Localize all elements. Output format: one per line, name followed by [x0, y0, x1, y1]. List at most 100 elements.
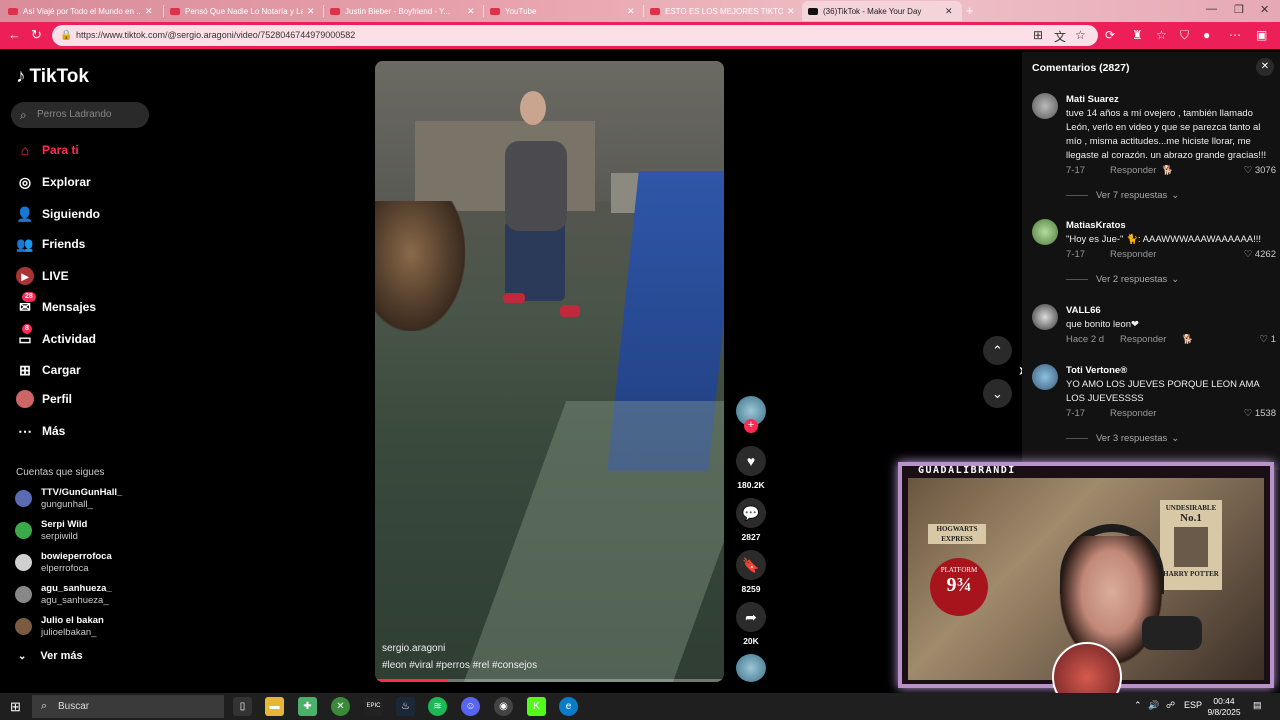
comment-username[interactable]: VALL66: [1066, 305, 1101, 316]
shield-icon[interactable]: ⛉: [1180, 28, 1189, 43]
browser-tab[interactable]: YouTube ✕: [484, 1, 641, 21]
browser-tab[interactable]: ESTO ES LOS MEJORES TIKTOKS ...✕: [644, 1, 801, 21]
network-icon[interactable]: ☍: [1166, 700, 1175, 711]
like-button[interactable]: ♥ 180.2K: [735, 446, 767, 490]
comment-like-button[interactable]: ♡ 1538: [1244, 408, 1276, 419]
task-view-icon[interactable]: ▯: [233, 697, 252, 716]
taskbar-search[interactable]: ⌕ Buscar: [32, 695, 224, 718]
save-button[interactable]: 🔖 8259: [735, 550, 767, 594]
edge-icon[interactable]: e: [559, 697, 578, 716]
video-player[interactable]: sergio.aragoni #leon #viral #perros #rel…: [375, 61, 724, 682]
obs-icon[interactable]: ◉: [494, 697, 513, 716]
platform-sign: PLATFORM 9¾: [930, 558, 988, 616]
close-tab-icon[interactable]: ✕: [145, 6, 153, 17]
comment-button[interactable]: 💬 2827: [735, 498, 767, 542]
view-replies-button[interactable]: Ver 2 respuestas ⌄: [1066, 274, 1179, 285]
comment-username[interactable]: Toti Vertone®: [1066, 365, 1127, 376]
comment-username[interactable]: MatiasKratos: [1066, 220, 1126, 231]
nav-item-mas[interactable]: ⋯ Más: [16, 420, 65, 442]
epic-games-icon[interactable]: EPIC: [364, 697, 383, 716]
nav-item-mensajes[interactable]: ✉ 28 Mensajes: [16, 292, 96, 318]
comment-like-button[interactable]: ♡ 1: [1260, 334, 1276, 345]
maximize-icon[interactable]: ❐: [1234, 3, 1244, 16]
search-input[interactable]: ⌕ Perros Ladrando: [11, 102, 149, 128]
close-tab-icon[interactable]: ✕: [627, 6, 635, 17]
notifications-icon[interactable]: ▤: [1253, 700, 1262, 711]
nav-item-friends[interactable]: 👥 Friends: [16, 233, 85, 255]
minimize-icon[interactable]: —: [1206, 3, 1217, 15]
menu-dots-icon[interactable]: ⋯: [1229, 28, 1241, 42]
back-icon[interactable]: ←: [8, 27, 21, 42]
nav-item-actividad[interactable]: ▭ 8 Actividad: [16, 324, 96, 350]
reply-button[interactable]: Responder: [1120, 334, 1182, 345]
tiktok-logo[interactable]: ♪ TikTok: [16, 66, 89, 88]
follow-plus-icon[interactable]: +: [744, 419, 758, 433]
nav-item-siguiendo[interactable]: 👤 Siguiendo: [16, 203, 100, 225]
new-tab-button[interactable]: +: [966, 3, 974, 18]
nav-item-live[interactable]: ▸ LIVE: [16, 265, 69, 287]
extension-icon[interactable]: ⟳: [1105, 28, 1115, 42]
see-more-button[interactable]: ⌄ Ver más: [18, 650, 83, 662]
reload-icon[interactable]: ↻: [31, 27, 42, 43]
video-author[interactable]: sergio.aragoni: [382, 643, 445, 654]
avatar[interactable]: [1032, 93, 1058, 119]
browser-tab[interactable]: Pensó Que Nadie Lo Notaría y La... ✕: [164, 1, 321, 21]
close-window-icon[interactable]: ✕: [1260, 3, 1269, 16]
favorite-icon[interactable]: ☆: [1075, 28, 1086, 42]
profile-avatar-icon[interactable]: ●: [1203, 28, 1210, 42]
reply-button[interactable]: Responder: [1110, 408, 1162, 419]
nav-item-perfil[interactable]: Perfil: [16, 388, 72, 410]
apps-icon[interactable]: ⊞: [1033, 28, 1043, 42]
translate-icon[interactable]: 文: [1054, 28, 1066, 45]
close-tab-icon[interactable]: ✕: [307, 6, 315, 17]
reply-button[interactable]: Responder: [1110, 249, 1162, 260]
next-video-button[interactable]: ⌄: [983, 379, 1012, 408]
browser-tab[interactable]: Así Viajé por Todo el Mundo en ... ✕: [2, 1, 159, 21]
comment-username[interactable]: Mati Suarez: [1066, 94, 1119, 105]
app-icon[interactable]: ✚: [298, 697, 317, 716]
view-replies-button[interactable]: Ver 3 respuestas ⌄: [1066, 433, 1179, 444]
tray-expand-icon[interactable]: ⌃: [1134, 700, 1142, 711]
view-replies-button[interactable]: Ver 7 respuestas ⌄: [1066, 190, 1179, 201]
avatar[interactable]: [1032, 219, 1058, 245]
sidebar-toggle-icon[interactable]: ▣: [1256, 28, 1267, 42]
followed-account[interactable]: Serpi Wild serpiwild: [15, 518, 155, 544]
browser-tab-active[interactable]: (36)TikTok - Make Your Day ✕: [802, 1, 962, 21]
notification-badge: 8: [22, 324, 32, 334]
video-progress-bar[interactable]: [375, 679, 724, 682]
comment-like-button[interactable]: ♡ 3076: [1244, 165, 1276, 176]
favorites-bar-icon[interactable]: ☆: [1156, 28, 1167, 42]
extension-icon[interactable]: ♜: [1132, 28, 1143, 42]
close-comments-icon[interactable]: ✕: [1256, 58, 1274, 76]
share-button[interactable]: ➦ 20K: [735, 602, 767, 646]
volume-icon[interactable]: 🔊: [1148, 700, 1159, 711]
followed-account[interactable]: bowieperrofoca elperrofoca: [15, 550, 155, 576]
file-explorer-icon[interactable]: ▬: [265, 697, 284, 716]
xbox-icon[interactable]: ✕: [331, 697, 350, 716]
clock[interactable]: 00:44 9/8/2025: [1206, 696, 1242, 718]
browser-tab[interactable]: Justin Bieber - Boyfriend - Y... ✕: [324, 1, 481, 21]
video-hashtags[interactable]: #leon #viral #perros #rel #consejos: [382, 660, 537, 671]
spotify-icon[interactable]: ≋: [428, 697, 447, 716]
avatar[interactable]: [1032, 364, 1058, 390]
close-tab-icon[interactable]: ✕: [945, 6, 953, 17]
followed-account[interactable]: Julio el bakan julioelbakan_: [15, 614, 155, 640]
language-indicator[interactable]: ESP: [1184, 700, 1202, 710]
windows-start-icon[interactable]: ⊞: [6, 697, 25, 716]
url-field[interactable]: 🔒 https://www.tiktok.com/@sergio.aragoni/…: [52, 25, 1098, 46]
comment-like-button[interactable]: ♡ 4262: [1244, 249, 1276, 260]
followed-account[interactable]: TTV/GunGunHall_ gungunhall_: [15, 486, 155, 512]
avatar[interactable]: [1032, 304, 1058, 330]
discord-icon[interactable]: ☺: [461, 697, 480, 716]
close-tab-icon[interactable]: ✕: [787, 6, 795, 17]
followed-account[interactable]: agu_sanhueza_ agu_sanhueza_: [15, 582, 155, 608]
nav-item-para-ti[interactable]: ⌂ Para ti: [16, 139, 79, 161]
sound-avatar[interactable]: [736, 654, 766, 682]
previous-video-button[interactable]: ⌃: [983, 336, 1012, 365]
close-tab-icon[interactable]: ✕: [467, 6, 475, 17]
steam-icon[interactable]: ♨: [396, 697, 415, 716]
reply-button[interactable]: Responder: [1110, 165, 1162, 176]
nav-item-cargar[interactable]: ⊞ Cargar: [16, 359, 81, 381]
nav-item-explorar[interactable]: ◎ Explorar: [16, 171, 91, 193]
kick-icon[interactable]: K: [527, 697, 546, 716]
